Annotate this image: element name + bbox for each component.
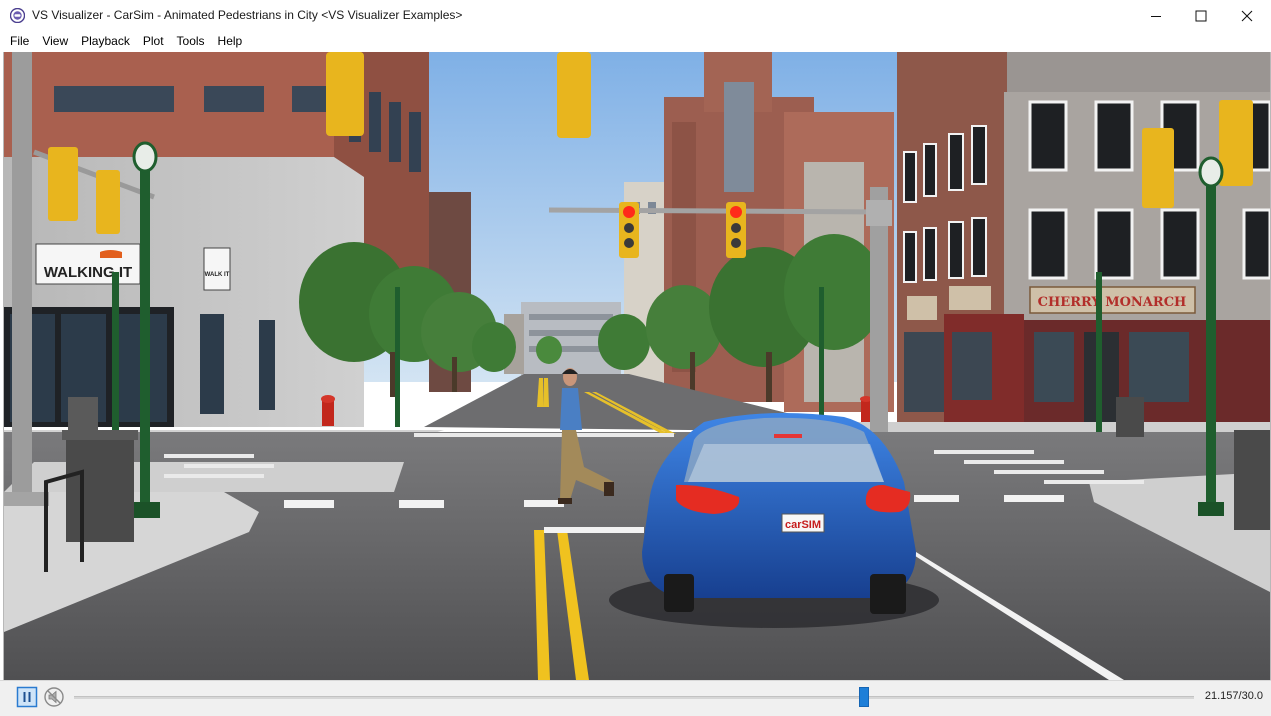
pause-icon xyxy=(16,686,38,708)
city-scene: CHERRY MONARCH WALKING IT WALK IT carSIM xyxy=(4,52,1270,680)
vs-visualizer-window: VS Visualizer - CarSim - Animated Pedest… xyxy=(0,0,1271,716)
mute-button[interactable] xyxy=(43,686,65,708)
cherry-monarch-sign: CHERRY MONARCH xyxy=(1038,295,1187,310)
blue-car: carSIM xyxy=(642,413,916,614)
mute-icon xyxy=(44,687,64,707)
window-title: VS Visualizer - CarSim - Animated Pedest… xyxy=(32,8,463,22)
menu-view[interactable]: View xyxy=(35,31,74,52)
playback-bar: 21.157/30.0 xyxy=(0,680,1271,716)
time-readout: 21.157/30.0 xyxy=(1204,690,1263,702)
timeline-slider-thumb[interactable] xyxy=(858,687,869,707)
walk-it-small-sign: WALK IT xyxy=(205,272,230,278)
menu-bar: File View Playback Plot Tools Help xyxy=(0,31,1271,52)
maximize-icon xyxy=(1195,10,1207,21)
menu-help[interactable]: Help xyxy=(211,31,249,52)
menu-tools[interactable]: Tools xyxy=(170,31,211,52)
maximize-button[interactable] xyxy=(1178,0,1224,31)
carsim-plate: carSIM xyxy=(785,519,821,531)
fire-hydrant-left xyxy=(321,395,335,426)
vs-visualizer-app-icon xyxy=(10,8,25,23)
close-button[interactable] xyxy=(1224,0,1270,31)
minimize-button[interactable] xyxy=(1133,0,1179,31)
menu-playback[interactable]: Playback xyxy=(74,31,136,52)
close-icon xyxy=(1241,10,1253,21)
title-bar: VS Visualizer - CarSim - Animated Pedest… xyxy=(0,0,1271,31)
menu-file[interactable]: File xyxy=(0,31,35,52)
animation-viewport[interactable]: CHERRY MONARCH WALKING IT WALK IT carSIM xyxy=(3,52,1271,680)
pause-button[interactable] xyxy=(16,686,38,708)
timeline-slider-track[interactable] xyxy=(74,696,1194,699)
minimize-icon xyxy=(1151,15,1161,17)
menu-plot[interactable]: Plot xyxy=(136,31,170,52)
